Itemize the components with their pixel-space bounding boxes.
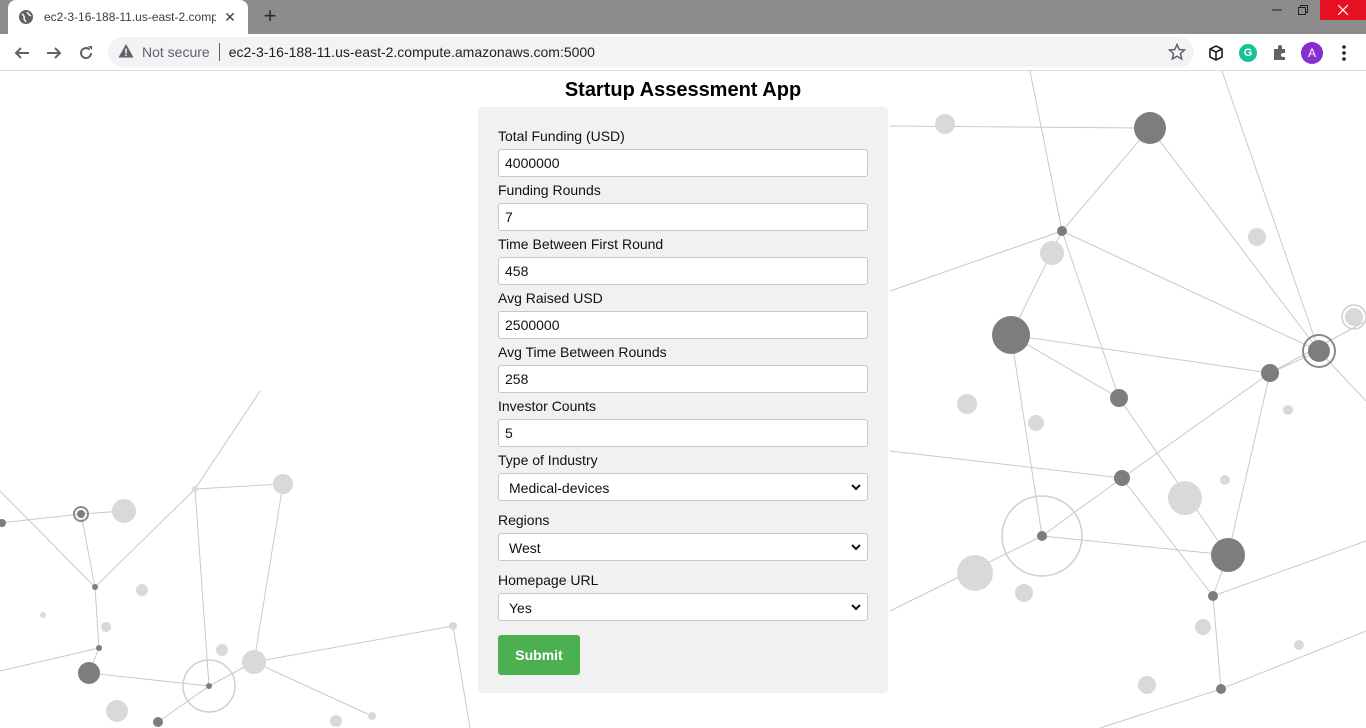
avg-raised-input[interactable] [498, 311, 868, 339]
submit-button[interactable]: Submit [498, 635, 580, 675]
browser-toolbar: Not secure ec2-3-16-188-11.us-east-2.com… [0, 34, 1366, 71]
time-first-round-label: Time Between First Round [498, 236, 664, 252]
avg-time-rounds-label: Avg Time Between Rounds [498, 344, 667, 360]
tab-title: ec2-3-16-188-11.us-east-2.comp [44, 10, 216, 24]
close-window-button[interactable] [1320, 0, 1366, 20]
total-funding-input[interactable] [498, 149, 868, 177]
cube-extension-icon[interactable] [1205, 42, 1227, 64]
funding-rounds-input[interactable] [498, 203, 868, 231]
funding-rounds-label: Funding Rounds [498, 182, 601, 198]
chevron-down-icon [851, 484, 861, 491]
page-title: Startup Assessment App [564, 79, 802, 101]
chevron-down-icon [851, 544, 861, 551]
time-first-round-input[interactable] [498, 257, 868, 285]
grammarly-extension-icon[interactable]: G [1239, 44, 1257, 62]
new-tab-button[interactable]: + [258, 5, 282, 29]
browser-tabstrip: ec2-3-16-188-11.us-east-2.comp ✕ + [0, 0, 1366, 34]
regions-label: Regions [498, 512, 550, 528]
forward-arrow-icon[interactable] [41, 40, 67, 66]
assessment-form: Total Funding (USD) Funding Rounds Time … [478, 107, 888, 693]
security-status[interactable]: Not secure [142, 44, 210, 60]
investor-counts-label: Investor Counts [498, 398, 597, 414]
industry-select[interactable]: Medical-devices [498, 473, 868, 501]
extensions-puzzle-icon[interactable] [1269, 42, 1291, 64]
tab-close-icon[interactable]: ✕ [222, 9, 238, 25]
reload-icon[interactable] [73, 40, 99, 66]
warning-icon[interactable] [118, 43, 134, 62]
homepage-url-select-value: Yes [509, 600, 532, 616]
address-bar[interactable]: Not secure ec2-3-16-188-11.us-east-2.com… [108, 37, 1194, 67]
menu-kebab-icon[interactable] [1333, 42, 1355, 64]
homepage-url-select[interactable]: Yes [498, 593, 868, 621]
regions-select-value: West [509, 540, 541, 556]
total-funding-label: Total Funding (USD) [498, 128, 625, 144]
regions-select[interactable]: West [498, 533, 868, 561]
homepage-url-label: Homepage URL [498, 572, 599, 588]
omnibox-divider [218, 43, 220, 61]
page-content: Startup Assessment App Total Funding (US… [0, 71, 1366, 728]
industry-select-value: Medical-devices [509, 480, 610, 496]
industry-label: Type of Industry [498, 452, 598, 468]
globe-icon [18, 9, 34, 25]
avg-time-rounds-input[interactable] [498, 365, 868, 393]
avg-raised-label: Avg Raised USD [498, 290, 603, 306]
back-arrow-icon[interactable] [9, 40, 35, 66]
url-text[interactable]: ec2-3-16-188-11.us-east-2.compute.amazon… [229, 44, 595, 60]
chevron-down-icon [851, 604, 861, 611]
browser-tab[interactable]: ec2-3-16-188-11.us-east-2.comp ✕ [8, 0, 248, 34]
profile-avatar[interactable]: A [1301, 42, 1323, 64]
investor-counts-input[interactable] [498, 419, 868, 447]
bookmark-star-icon[interactable] [1167, 42, 1187, 61]
